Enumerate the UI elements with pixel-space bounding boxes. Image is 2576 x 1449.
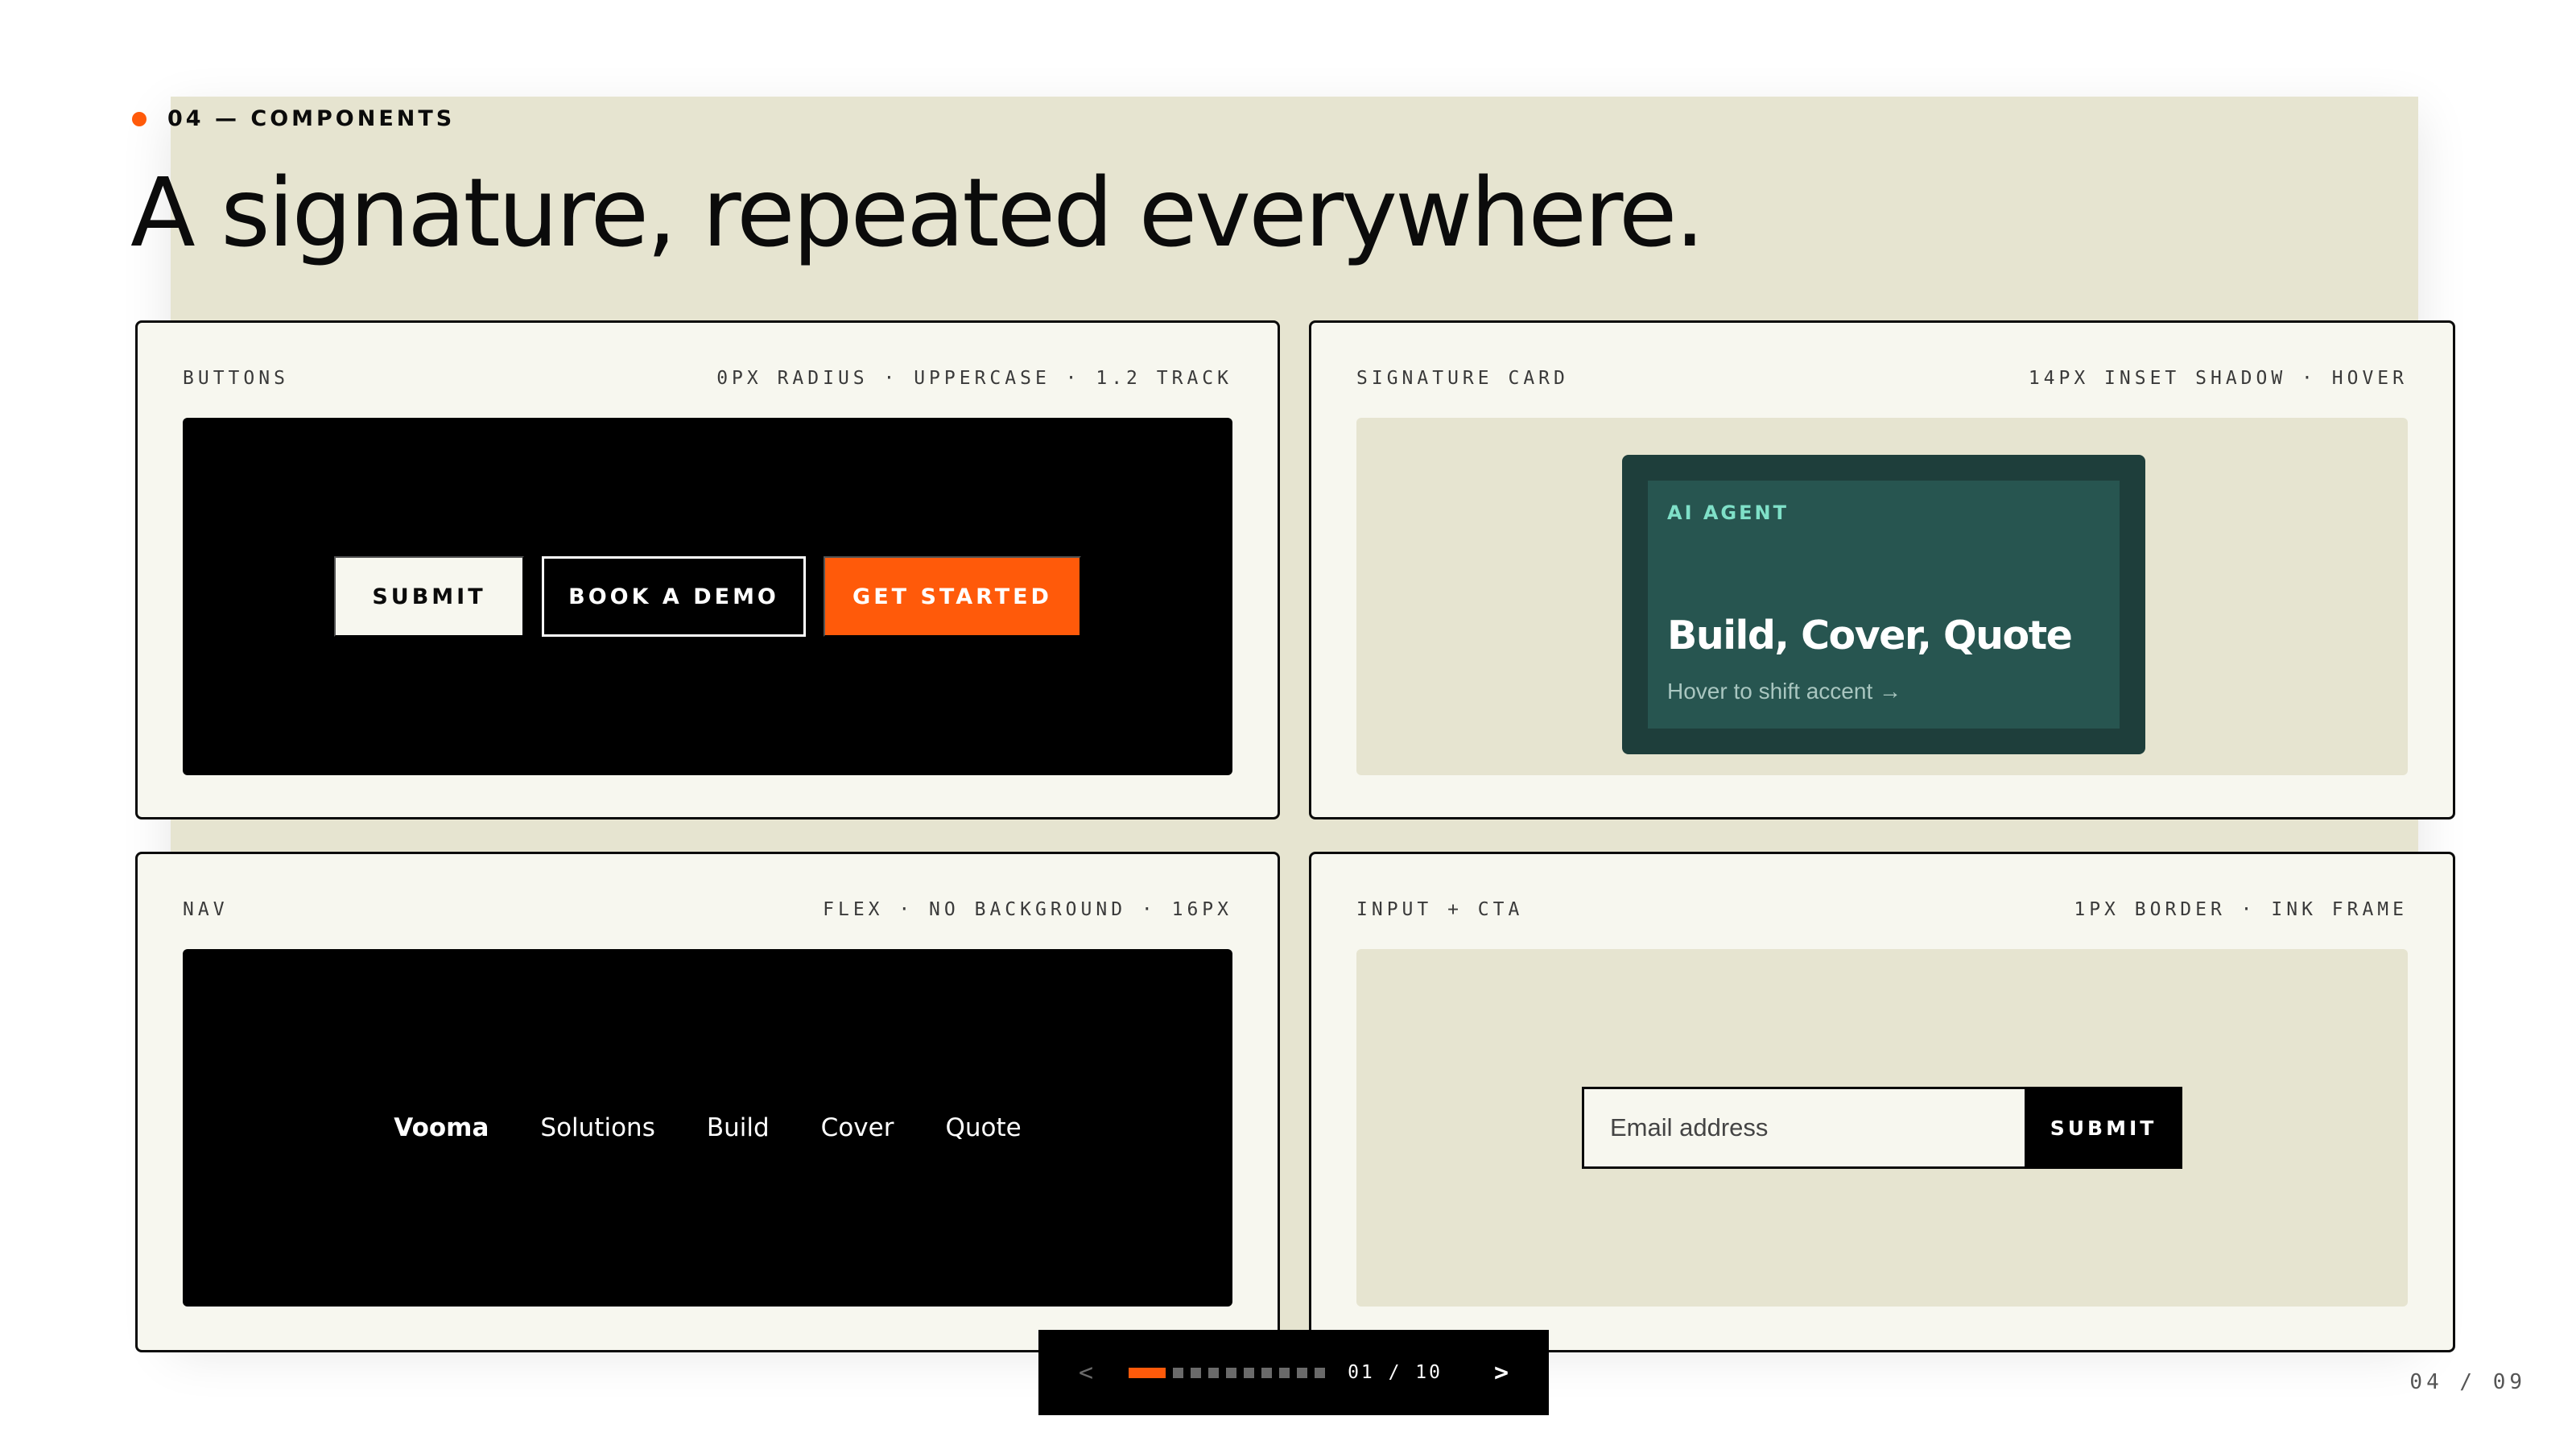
nav-demo-area: Vooma Solutions Build Cover Quote [183,949,1232,1307]
nav-item-build[interactable]: Build [707,1113,770,1142]
pager-dot[interactable] [1173,1367,1184,1378]
slide-number: 04 / 09 [2409,1370,2526,1394]
pager-dot[interactable] [1315,1367,1326,1378]
nav-brand[interactable]: Vooma [394,1113,489,1142]
submit-button[interactable]: SUBMIT [334,556,524,637]
pager-dot[interactable] [1244,1367,1255,1378]
signature-card-inner: AI AGENT Build, Cover, Quote Hover to sh… [1648,481,2120,729]
email-submit-button[interactable]: SUBMIT [2025,1087,2182,1169]
buttons-demo-area: SUBMIT BOOK A DEMO GET STARTED [183,418,1232,775]
accent-dot-icon [132,111,147,126]
signature-card-panel: SIGNATURE CARD 14PX INSET SHADOW · HOVER… [1309,320,2455,819]
get-started-button[interactable]: GET STARTED [824,556,1081,637]
buttons-panel: BUTTONS 0PX RADIUS · UPPERCASE · 1.2 TRA… [135,320,1280,819]
panel-title: SIGNATURE CARD [1356,368,1569,389]
input-demo-area: SUBMIT [1356,949,2408,1307]
pager-dot[interactable] [1226,1367,1237,1378]
pager-dot[interactable] [1191,1367,1202,1378]
card-subtitle: Hover to shift accent → [1667,679,1902,704]
nav-item-solutions[interactable]: Solutions [540,1113,654,1142]
nav-panel: NAV FLEX · NO BACKGROUND · 16PX Vooma So… [135,852,1280,1352]
card-tag: AI AGENT [1667,502,1789,524]
panel-title: NAV [183,899,229,920]
pager-dot[interactable] [1297,1367,1308,1378]
email-field[interactable] [1582,1087,2025,1169]
panel-title: BUTTONS [183,368,289,389]
prev-arrow-icon[interactable]: < [1079,1359,1093,1387]
signature-demo-area: AI AGENT Build, Cover, Quote Hover to sh… [1356,418,2408,775]
pager-dot[interactable] [1129,1367,1166,1378]
section-eyebrow: 04 — COMPONENTS [132,106,455,131]
panel-meta: 14PX INSET SHADOW · HOVER [2028,368,2408,389]
panel-meta: FLEX · NO BACKGROUND · 16PX [823,899,1232,920]
pager-dot[interactable] [1261,1367,1273,1378]
email-input-group: SUBMIT [1582,1087,2182,1169]
book-demo-button[interactable]: BOOK A DEMO [542,556,806,637]
pager-dot[interactable] [1208,1367,1220,1378]
panel-title: INPUT + CTA [1356,899,1524,920]
panel-meta: 1PX BORDER · INK FRAME [2074,899,2408,920]
card-title: Build, Cover, Quote [1667,613,2073,658]
demo-nav: Vooma Solutions Build Cover Quote [394,1113,1021,1142]
next-arrow-icon[interactable]: > [1494,1359,1509,1387]
pager-dot[interactable] [1279,1367,1290,1378]
pager-dots [1129,1367,1326,1378]
panel-meta: 0PX RADIUS · UPPERCASE · 1.2 TRACK [716,368,1232,389]
page-title: A signature, repeated everywhere. [130,157,1705,268]
signature-card[interactable]: AI AGENT Build, Cover, Quote Hover to sh… [1622,455,2145,754]
nav-item-cover[interactable]: Cover [821,1113,894,1142]
input-cta-panel: INPUT + CTA 1PX BORDER · INK FRAME SUBMI… [1309,852,2455,1352]
nav-item-quote[interactable]: Quote [945,1113,1021,1142]
pager-counter: 01 / 10 [1348,1362,1443,1383]
eyebrow-label: 04 — COMPONENTS [167,106,456,131]
slide-pager: < 01 / 10 > [1038,1330,1549,1415]
